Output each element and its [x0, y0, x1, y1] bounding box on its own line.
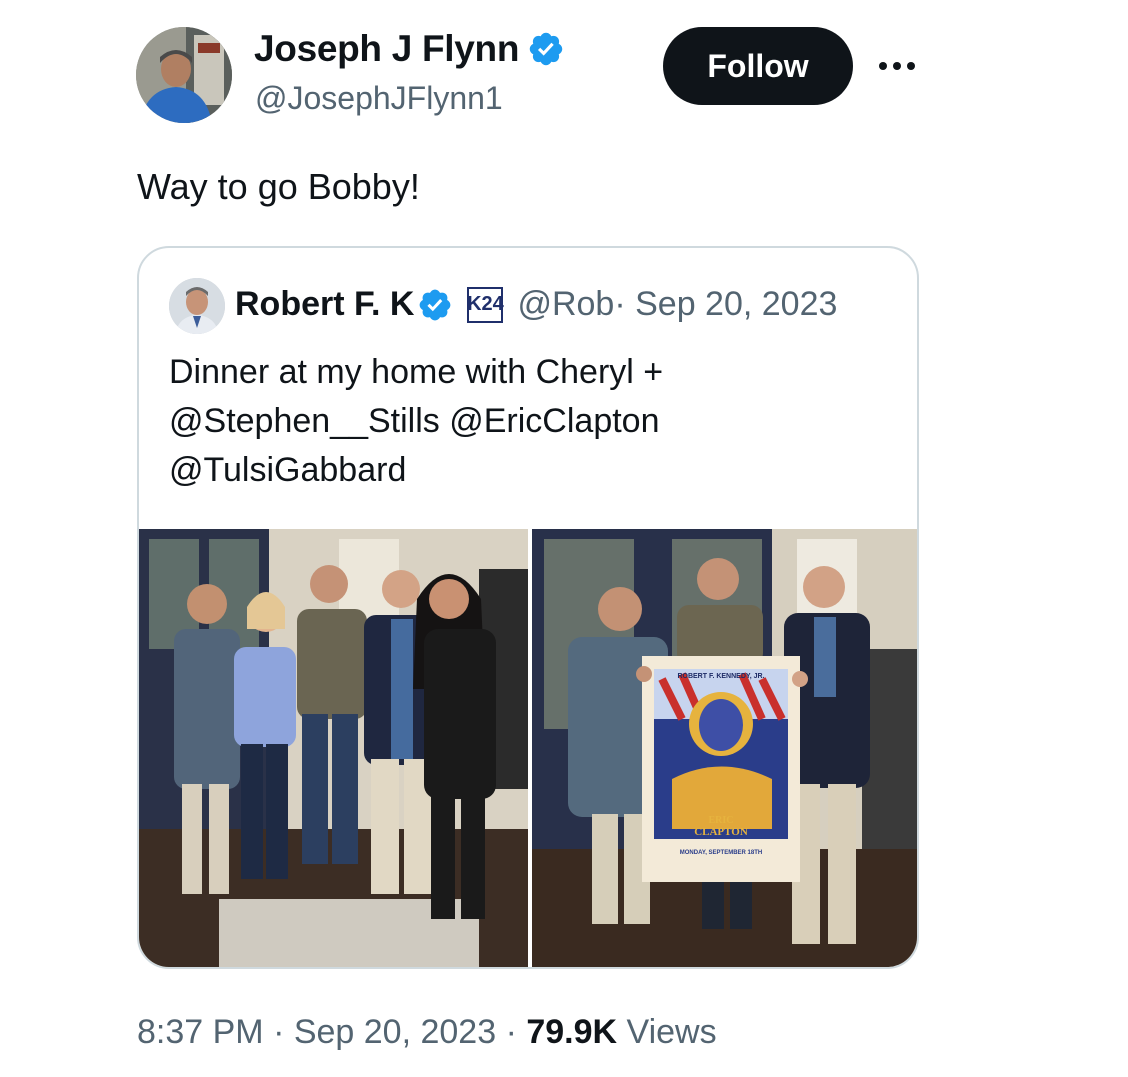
quoted-text: Dinner at my home with Cheryl + @Stephen…: [169, 348, 889, 495]
author-avatar[interactable]: [136, 27, 232, 123]
more-horizontal-icon[interactable]: [873, 46, 921, 86]
quoted-header: Robert F. K K24 @Rob · Sep 20, 2023: [235, 285, 837, 324]
quoted-date[interactable]: · Sep 20, 2023: [614, 285, 837, 324]
author-name-row: Joseph J Flynn: [254, 28, 565, 70]
author-name[interactable]: Joseph J Flynn: [254, 28, 519, 70]
quoted-text-line[interactable]: @Stephen__Stills @EricClapton: [169, 397, 889, 446]
photo-group-of-five[interactable]: [139, 529, 528, 967]
quoted-tweet[interactable]: Robert F. K K24 @Rob · Sep 20, 2023 Dinn…: [137, 246, 919, 969]
follow-button[interactable]: Follow: [663, 27, 853, 105]
views-count: 79.9K: [526, 1013, 618, 1051]
poster-bottom-text: MONDAY, SEPTEMBER 18TH: [680, 850, 762, 856]
tweet-meta: 8:37 PM · Sep 20, 2023 · 79.9K Views: [137, 1013, 717, 1052]
verified-badge-icon: [417, 287, 453, 323]
tweet-timestamp[interactable]: 8:37 PM · Sep 20, 2023 ·: [137, 1013, 526, 1051]
tweet-text: Way to go Bobby!: [137, 166, 420, 207]
quoted-text-line[interactable]: @TulsiGabbard: [169, 446, 889, 495]
quoted-author-handle[interactable]: @Rob: [517, 285, 614, 324]
poster-name-bottom: CLAPTON: [694, 826, 748, 838]
poster-name-top: ERIC: [708, 815, 733, 826]
views-label: Views: [617, 1013, 717, 1051]
quoted-text-line: Dinner at my home with Cheryl +: [169, 353, 664, 391]
verified-badge-icon: [527, 30, 565, 68]
affiliate-badge-text: K24: [467, 293, 504, 315]
quoted-author-name[interactable]: Robert F. K: [235, 285, 414, 324]
poster-top-text: ROBERT F. KENNEDY, JR.: [677, 673, 764, 680]
author-handle[interactable]: @JosephJFlynn1: [255, 80, 503, 117]
affiliate-badge[interactable]: K24: [467, 286, 504, 323]
photo-poster-presentation[interactable]: ROBERT F. KENNEDY, JR. ERIC CLAPTON MOND…: [532, 529, 917, 967]
quoted-author-avatar[interactable]: [169, 278, 225, 334]
